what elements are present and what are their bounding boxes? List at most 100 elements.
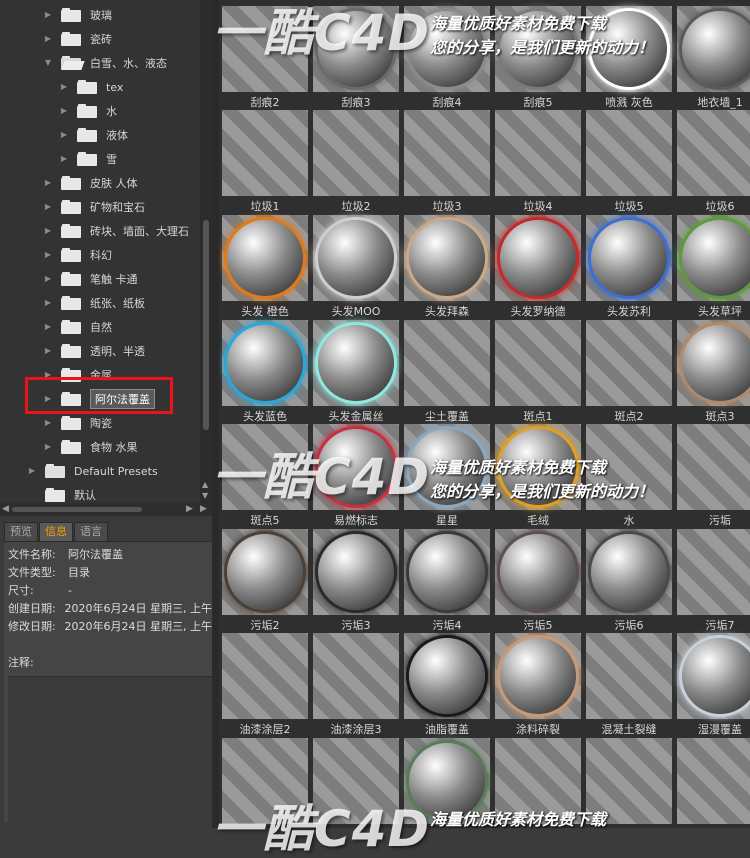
scroll-right-end-arrow-icon[interactable]: ▶ (200, 504, 207, 514)
material-tile[interactable]: 垃圾4 (495, 110, 581, 213)
scroll-left-arrow-icon[interactable]: ◀ (2, 504, 9, 514)
expand-right-arrow-icon[interactable]: ▶ (28, 467, 36, 475)
expand-down-arrow-icon[interactable]: ▼ (44, 59, 52, 67)
tree-item[interactable]: ▶ Default Presets (0, 459, 212, 483)
expand-right-arrow-icon[interactable]: ▶ (60, 83, 68, 91)
expand-right-arrow-icon[interactable]: ▶ (44, 275, 52, 283)
material-tile[interactable]: 污垢6 (586, 529, 672, 632)
material-tile[interactable]: 涂料碎裂 (495, 633, 581, 736)
expand-right-arrow-icon[interactable]: ▶ (44, 443, 52, 451)
material-tile[interactable]: 头发拜森 (404, 215, 490, 318)
tab-language[interactable]: 语言 (74, 522, 108, 542)
material-tile[interactable]: 头发MOO (313, 215, 399, 318)
expand-right-arrow-icon[interactable]: ▶ (44, 203, 52, 211)
tree-item[interactable]: ▶ 水 (0, 99, 212, 123)
material-tile[interactable] (495, 738, 581, 824)
tree-item[interactable]: ▶ 瓷砖 (0, 27, 212, 51)
material-tile[interactable]: 毛绒 (495, 424, 581, 527)
material-tile[interactable]: 尘土覆盖 (404, 320, 490, 423)
material-tile[interactable]: 头发罗纳德 (495, 215, 581, 318)
expand-right-arrow-icon[interactable]: ▶ (44, 299, 52, 307)
material-tile[interactable]: 污垢5 (495, 529, 581, 632)
material-tile[interactable]: 头发苏利 (586, 215, 672, 318)
expand-right-arrow-icon[interactable]: ▶ (44, 35, 52, 43)
expand-right-arrow-icon[interactable]: ▶ (44, 251, 52, 259)
scroll-up-arrow-icon[interactable]: ▲ (202, 480, 208, 489)
material-tile[interactable]: 垃圾3 (404, 110, 490, 213)
material-tile[interactable]: 头发草坪 (677, 215, 750, 318)
material-tile[interactable] (222, 738, 308, 824)
expand-right-arrow-icon[interactable]: ▶ (60, 131, 68, 139)
tree-hscroll-thumb[interactable] (12, 507, 142, 512)
tab-info[interactable]: 信息 (39, 522, 73, 542)
tree-item[interactable]: 默认 (0, 483, 212, 503)
material-tile[interactable]: 易燃标志 (313, 424, 399, 527)
tree-item[interactable]: ▶ 透明、半透 (0, 339, 212, 363)
panel-splitter[interactable] (212, 0, 219, 828)
material-tile[interactable]: 刮痕4 (404, 6, 490, 109)
material-tile[interactable]: 刮痕2 (222, 6, 308, 109)
material-tile[interactable]: 头发金属丝 (313, 320, 399, 423)
material-tile[interactable]: 水 (586, 424, 672, 527)
material-tile[interactable]: 垃圾2 (313, 110, 399, 213)
material-tile[interactable] (313, 738, 399, 824)
tree-item[interactable]: ▶ 皮肤 人体 (0, 171, 212, 195)
expand-right-arrow-icon[interactable]: ▶ (60, 155, 68, 163)
material-tile[interactable] (404, 738, 490, 824)
material-tile[interactable]: 垃圾1 (222, 110, 308, 213)
material-tile[interactable]: 污垢4 (404, 529, 490, 632)
tree-item[interactable]: ▶ 液体 (0, 123, 212, 147)
tree-item[interactable]: ▶ 自然 (0, 315, 212, 339)
tree-horizontal-scrollbar[interactable]: ◀ ▶ ▶ (0, 503, 212, 516)
material-tile[interactable]: 垃圾5 (586, 110, 672, 213)
material-tile[interactable]: 星星 (404, 424, 490, 527)
tree-scroll-thumb[interactable] (203, 220, 209, 430)
tree-item[interactable]: ▶ 矿物和宝石 (0, 195, 212, 219)
material-tile[interactable]: 刮痕5 (495, 6, 581, 109)
tree-item[interactable]: ▶ 食物 水果 (0, 435, 212, 459)
material-tile[interactable]: 油漆涂层3 (313, 633, 399, 736)
expand-right-arrow-icon[interactable]: ▶ (44, 323, 52, 331)
tree-item[interactable]: ▶ 纸张、纸板 (0, 291, 212, 315)
material-tile[interactable] (586, 738, 672, 824)
expand-right-arrow-icon[interactable]: ▶ (44, 11, 52, 19)
tree-item[interactable]: ▶ 砖块、墙面、大理石 (0, 219, 212, 243)
tree-item[interactable]: ▶ 科幻 (0, 243, 212, 267)
expand-right-arrow-icon[interactable] (28, 491, 36, 499)
material-tile[interactable]: 油脂覆盖 (404, 633, 490, 736)
material-tile[interactable]: 污垢2 (222, 529, 308, 632)
tab-preview[interactable]: 预览 (4, 522, 38, 542)
material-tile[interactable]: 污垢7 (677, 529, 750, 632)
expand-right-arrow-icon[interactable]: ▶ (44, 347, 52, 355)
tree-item[interactable]: ▶ 玻璃 (0, 3, 212, 27)
expand-right-arrow-icon[interactable]: ▶ (60, 107, 68, 115)
material-tile[interactable]: 地衣墙_1 (677, 6, 750, 109)
material-tile[interactable]: 喷溅 灰色 (586, 6, 672, 109)
material-tile[interactable]: 斑点2 (586, 320, 672, 423)
scroll-down-arrow-icon[interactable]: ▼ (202, 491, 208, 500)
material-tile[interactable] (677, 738, 750, 824)
scroll-right-arrow-icon[interactable]: ▶ (186, 504, 193, 514)
material-tile[interactable]: 污垢3 (313, 529, 399, 632)
expand-right-arrow-icon[interactable]: ▶ (44, 179, 52, 187)
material-tile[interactable]: 斑点1 (495, 320, 581, 423)
tree-item[interactable]: ▶ 雪 (0, 147, 212, 171)
expand-right-arrow-icon[interactable]: ▶ (44, 419, 52, 427)
expand-right-arrow-icon[interactable]: ▶ (44, 227, 52, 235)
material-tile[interactable]: 油漆涂层2 (222, 633, 308, 736)
material-tile[interactable]: 湿漫覆盖 (677, 633, 750, 736)
material-tile[interactable]: 头发 橙色 (222, 215, 308, 318)
material-tile[interactable]: 刮痕3 (313, 6, 399, 109)
tree-item[interactable]: ▼ 白雪、水、液态 (0, 51, 212, 75)
material-tile[interactable]: 斑点5 (222, 424, 308, 527)
notes-textarea[interactable] (8, 676, 212, 822)
material-tile[interactable]: 垃圾6 (677, 110, 750, 213)
tree-item[interactable]: ▶ tex (0, 75, 212, 99)
tree-vertical-scrollbar[interactable]: ▲ ▼ (200, 0, 212, 503)
material-tile[interactable]: 斑点3 (677, 320, 750, 423)
material-tile[interactable]: 混凝土裂缝 (586, 633, 672, 736)
material-tile[interactable]: 头发蓝色 (222, 320, 308, 423)
tree-item[interactable]: ▶ 陶瓷 (0, 411, 212, 435)
tree-item[interactable]: ▶ 笔触 卡通 (0, 267, 212, 291)
material-tile[interactable]: 污垢 (677, 424, 750, 527)
